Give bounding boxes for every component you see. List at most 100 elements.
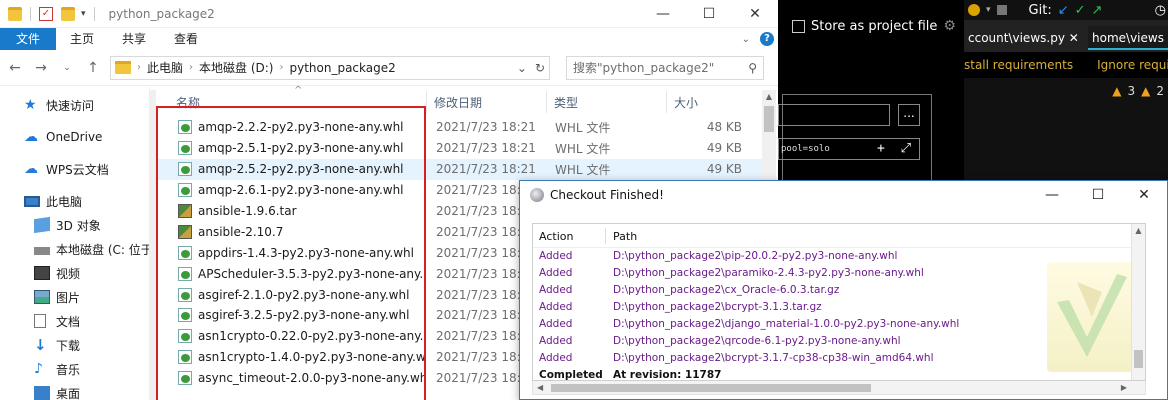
close-button[interactable]: ✕	[1121, 187, 1167, 203]
breadcrumb-drive-d[interactable]: 本地磁盘 (D:)	[199, 59, 273, 76]
dropdown-icon[interactable]: ▾	[986, 5, 991, 15]
properties-icon[interactable]: ✓	[39, 6, 53, 21]
music-icon: ♪	[34, 361, 43, 377]
expand-ribbon-icon[interactable]: ⌄	[742, 34, 750, 45]
divider[interactable]	[426, 91, 427, 113]
tab-account-views[interactable]: ccount\views.py ✕	[964, 26, 1083, 50]
file-row[interactable]: amqp-2.5.2-py2.py3-none-any.whl 2021/7/23…	[158, 158, 762, 180]
gear-icon[interactable]: ⚙	[943, 18, 956, 34]
result-action: Added	[539, 318, 573, 330]
breadcrumb-folder[interactable]: python_package2	[289, 61, 395, 75]
tab-file[interactable]: 文件	[0, 28, 57, 50]
inspection-widget[interactable]: ▲ 3 ▲ 2	[1112, 84, 1164, 98]
column-action[interactable]: Action	[539, 230, 573, 243]
chevron-right-icon[interactable]: ›	[279, 62, 283, 73]
maximize-button[interactable]: ☐	[1075, 187, 1121, 203]
ignore-requirements-link[interactable]: Ignore require	[1097, 58, 1168, 72]
nav-label: 快速访问	[46, 98, 95, 113]
git-push-icon[interactable]: ↗	[1092, 3, 1103, 18]
parameters-field[interactable]: pool=solo + ⤢	[778, 138, 920, 160]
result-row[interactable]: Added D:\python_package2\cx_Oracle-6.0.3.…	[533, 282, 1145, 299]
nav-scrollbar[interactable]	[150, 90, 156, 400]
column-size[interactable]: 大小	[674, 94, 698, 111]
nav-this-pc[interactable]: 此电脑	[0, 189, 149, 213]
nav-drive-c[interactable]: 本地磁盘 (C: 位于	[0, 237, 149, 261]
drive-icon	[34, 247, 50, 255]
expand-icon[interactable]: + ⤢	[877, 139, 919, 159]
nav-music[interactable]: ♪ 音乐	[0, 357, 149, 381]
scroll-left-icon[interactable]: ◀	[537, 383, 543, 392]
minimize-button[interactable]: —	[640, 6, 686, 22]
nav-3d-objects[interactable]: 3D 对象	[0, 213, 149, 237]
nav-documents[interactable]: 文档	[0, 309, 149, 333]
address-bar[interactable]: › 此电脑 › 本地磁盘 (D:) › python_package2 ⌄ ↻	[110, 55, 550, 80]
results-hscrollbar[interactable]: ◀ ▶	[532, 381, 1146, 395]
help-icon[interactable]: ?	[760, 32, 774, 46]
file-name: amqp-2.2.2-py2.py3-none-any.whl	[198, 120, 404, 135]
nav-downloads[interactable]: ↓ 下载	[0, 333, 149, 357]
tab-view[interactable]: 查看	[160, 28, 212, 50]
divider[interactable]	[546, 91, 547, 113]
result-row[interactable]: Added D:\python_package2\bcrypt-3.1.7-cp3…	[533, 350, 1145, 367]
forward-arrow-icon[interactable]: →	[32, 60, 50, 76]
result-row[interactable]: Added D:\python_package2\qrcode-6.1-py2.p…	[533, 333, 1145, 350]
nav-desktop[interactable]: 桌面	[0, 381, 149, 400]
nav-quick-access[interactable]: ★ 快速访问	[0, 93, 149, 117]
nav-onedrive[interactable]: ☁ OneDrive	[0, 125, 149, 149]
breadcrumb-this-pc[interactable]: 此电脑	[147, 59, 183, 76]
file-row[interactable]: amqp-2.2.2-py2.py3-none-any.whl 2021/7/23…	[158, 117, 762, 138]
scroll-thumb[interactable]	[764, 106, 774, 132]
divider[interactable]	[666, 91, 667, 113]
chevron-right-icon[interactable]: ›	[137, 62, 141, 73]
scroll-up-icon[interactable]: ▲	[762, 90, 776, 104]
nav-wps-cloud[interactable]: ☁ WPS云文档	[0, 157, 149, 181]
store-as-project-row[interactable]: Store as project file ⚙	[792, 18, 956, 34]
chevron-right-icon[interactable]: ›	[189, 62, 193, 73]
search-icon[interactable]: ⚲	[748, 61, 757, 75]
column-name[interactable]: 名称	[176, 94, 200, 111]
scroll-right-icon[interactable]: ▶	[1121, 383, 1127, 392]
tab-home[interactable]: 主页	[56, 28, 108, 50]
column-path[interactable]: Path	[613, 230, 637, 243]
back-arrow-icon[interactable]: ←	[6, 60, 24, 76]
tab-home-views[interactable]: home\views	[1088, 26, 1168, 50]
search-input[interactable]: 搜索"python_package2" ⚲	[566, 55, 764, 80]
git-update-icon[interactable]: ↙	[1058, 3, 1069, 18]
result-row[interactable]: Added D:\python_package2\django_material-…	[533, 316, 1145, 333]
debug-icon[interactable]	[968, 4, 980, 16]
scroll-up-icon[interactable]: ▲	[1132, 224, 1145, 238]
nav-videos[interactable]: 视频	[0, 261, 149, 285]
column-date[interactable]: 修改日期	[434, 94, 482, 111]
archive-icon	[178, 224, 192, 239]
results-vscrollbar[interactable]: ▲	[1131, 224, 1145, 380]
maximize-button[interactable]: ☐	[686, 6, 732, 22]
refresh-icon[interactable]: ↻	[535, 61, 545, 75]
quick-access-dropdown-icon[interactable]: ▾	[81, 9, 86, 19]
chevron-down-icon[interactable]: ⌄	[517, 61, 527, 75]
stop-icon[interactable]	[996, 5, 1007, 15]
tab-share[interactable]: 共享	[108, 28, 160, 50]
ribbon-right: ⌄ ?	[742, 32, 774, 46]
result-row[interactable]: Added D:\python_package2\paramiko-2.4.3-p…	[533, 265, 1145, 282]
config-input[interactable]	[778, 104, 890, 126]
nav-pictures[interactable]: 图片	[0, 285, 149, 309]
history-icon[interactable]: ◷	[1155, 3, 1166, 18]
minimize-button[interactable]: —	[1029, 187, 1075, 203]
git-commit-icon[interactable]: ✓	[1075, 3, 1086, 18]
new-folder-icon[interactable]	[61, 6, 75, 21]
close-button[interactable]: ✕	[732, 6, 778, 22]
store-as-project-checkbox[interactable]	[792, 19, 805, 33]
browse-button[interactable]: ...	[898, 104, 920, 126]
scroll-thumb[interactable]	[1134, 350, 1143, 368]
result-row[interactable]: Added D:\python_package2\pip-20.0.2-py2.p…	[533, 248, 1145, 265]
column-type[interactable]: 类型	[554, 94, 578, 111]
completed-row[interactable]: Completed At revision: 11787	[533, 367, 1145, 380]
scroll-thumb[interactable]	[551, 384, 871, 392]
install-requirements-link[interactable]: stall requirements	[964, 58, 1073, 72]
result-row[interactable]: Added D:\python_package2\bcrypt-3.1.3.tar…	[533, 299, 1145, 316]
file-row[interactable]: amqp-2.5.1-py2.py3-none-any.whl 2021/7/23…	[158, 138, 762, 159]
recent-dropdown-icon[interactable]: ⌄	[58, 63, 76, 73]
checkout-results-list[interactable]: Action Path Added D:\python_package2\pip-…	[532, 223, 1146, 381]
up-arrow-icon[interactable]: ↑	[84, 60, 102, 76]
divider[interactable]	[605, 228, 606, 244]
